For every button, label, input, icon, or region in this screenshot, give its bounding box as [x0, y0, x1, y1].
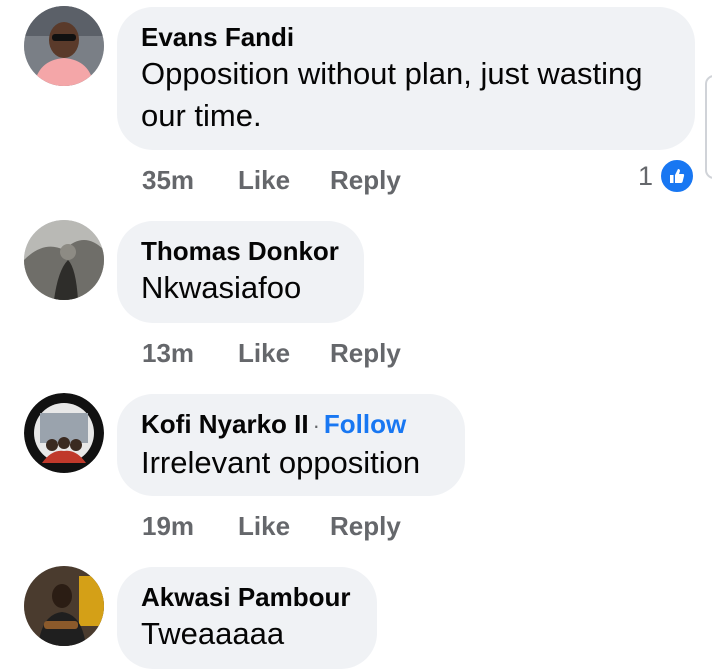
comment-actions: 13m Like Reply: [142, 335, 401, 371]
reaction-summary[interactable]: 1: [638, 158, 696, 194]
comment-bubble: Kofi Nyarko II · Follow Irrelevant opposit…: [117, 394, 465, 496]
avatar-photo: [24, 393, 104, 473]
comment-bubble: Thomas Donkor Nkwasiafoo: [117, 221, 364, 323]
comment-text: Irrelevant opposition: [141, 445, 421, 480]
avatar[interactable]: [24, 393, 104, 473]
like-button[interactable]: Like: [238, 165, 330, 196]
comment-text: Nkwasiafoo: [141, 270, 302, 305]
comment-author[interactable]: Kofi Nyarko II: [141, 409, 309, 439]
avatar[interactable]: [24, 6, 104, 86]
like-button[interactable]: Like: [238, 338, 330, 369]
comment-bubble: Evans Fandi Opposition without plan, jus…: [117, 7, 695, 150]
thumbs-up-icon: [659, 158, 696, 194]
comment-author[interactable]: Akwasi Pambour: [141, 581, 351, 613]
comment-actions: 19m Like Reply: [142, 508, 401, 544]
reply-button[interactable]: Reply: [330, 165, 401, 196]
comment-text-continued: our time.: [141, 98, 262, 133]
comment-text: Tweaaaaa: [141, 616, 285, 651]
reply-button[interactable]: Reply: [330, 338, 401, 369]
follow-button[interactable]: Follow: [324, 409, 406, 439]
comment-timestamp[interactable]: 13m: [142, 338, 238, 369]
avatar[interactable]: [24, 220, 104, 300]
comment-author[interactable]: Evans Fandi: [141, 21, 669, 53]
comment-timestamp[interactable]: 35m: [142, 165, 238, 196]
reaction-count: 1: [638, 160, 654, 191]
comment-author[interactable]: Thomas Donkor: [141, 235, 339, 267]
comment-author-line: Kofi Nyarko II · Follow: [141, 408, 439, 442]
comment-actions: 35m Like Reply: [142, 162, 401, 198]
comment-text: Opposition without plan, just wasting: [141, 56, 643, 91]
avatar-photo: [24, 220, 104, 300]
avatar-photo: [24, 566, 104, 646]
avatar[interactable]: [24, 566, 104, 646]
scrollbar-edge: [705, 75, 712, 179]
reply-button[interactable]: Reply: [330, 511, 401, 542]
comment-bubble: Akwasi Pambour Tweaaaaa: [117, 567, 377, 669]
separator-dot: ·: [312, 413, 320, 438]
avatar-photo: [24, 6, 104, 86]
comment-timestamp[interactable]: 19m: [142, 511, 238, 542]
like-button[interactable]: Like: [238, 511, 330, 542]
